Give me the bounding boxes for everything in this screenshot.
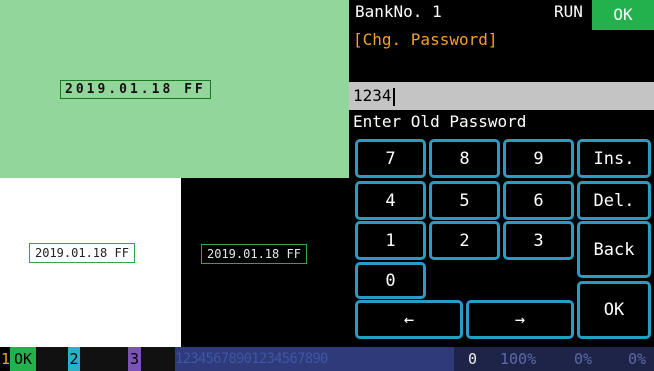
key-5-button[interactable]: 5	[429, 181, 500, 220]
text-caret	[392, 87, 395, 106]
channel-2-number: 2	[68, 347, 80, 371]
date-display-black: 2019.01.18 FF	[201, 244, 307, 264]
status-digits: 12345678901234567890	[175, 347, 454, 371]
key-1-button[interactable]: 1	[355, 221, 426, 260]
insert-button[interactable]: Ins.	[577, 139, 651, 178]
key-6-button[interactable]: 6	[503, 181, 574, 220]
channel-1-status: OK	[10, 347, 36, 371]
key-0-button[interactable]: 0	[355, 262, 426, 299]
bank-number-label: BankNo. 1	[355, 2, 442, 21]
status-percent-3: 0%	[628, 350, 647, 368]
password-input[interactable]: 1234	[349, 82, 654, 110]
right-arrow-button[interactable]: →	[466, 300, 574, 339]
channel-3-number: 3	[128, 347, 141, 371]
delete-button[interactable]: Del.	[577, 181, 651, 220]
channel-2-bar	[80, 347, 128, 371]
password-prompt: Enter Old Password	[353, 112, 527, 131]
left-arrow-button[interactable]: ←	[355, 300, 463, 339]
channel-1-number: 1	[1, 350, 11, 368]
mode-title: [Chg. Password]	[353, 30, 498, 49]
channel-3-bar	[141, 347, 175, 371]
password-keypad-panel: BankNo. 1 RUN OK [Chg. Password] 1234 En…	[349, 0, 654, 347]
key-3-button[interactable]: 3	[503, 221, 574, 260]
key-8-button[interactable]: 8	[429, 139, 500, 178]
key-2-button[interactable]: 2	[429, 221, 500, 260]
back-button[interactable]: Back	[577, 221, 651, 278]
key-7-button[interactable]: 7	[355, 139, 426, 178]
status-percent-2: 0%	[574, 350, 593, 368]
status-zero: 0	[468, 350, 478, 368]
ok-status-badge: OK	[592, 0, 654, 30]
password-input-value: 1234	[353, 86, 392, 105]
date-display-white: 2019.01.18 FF	[29, 243, 135, 263]
key-9-button[interactable]: 9	[503, 139, 574, 178]
status-right-bar	[454, 347, 654, 371]
run-status-label: RUN	[554, 2, 583, 21]
status-percent-1: 100%	[500, 350, 537, 368]
ok-button[interactable]: OK	[577, 281, 651, 339]
date-display-pixel: 2019.01.18 FF	[60, 80, 211, 99]
key-4-button[interactable]: 4	[355, 181, 426, 220]
status-bar: 1 OK 2 3 12345678901234567890 0 100% 0% …	[0, 347, 654, 371]
channel-1-bar	[36, 347, 68, 371]
